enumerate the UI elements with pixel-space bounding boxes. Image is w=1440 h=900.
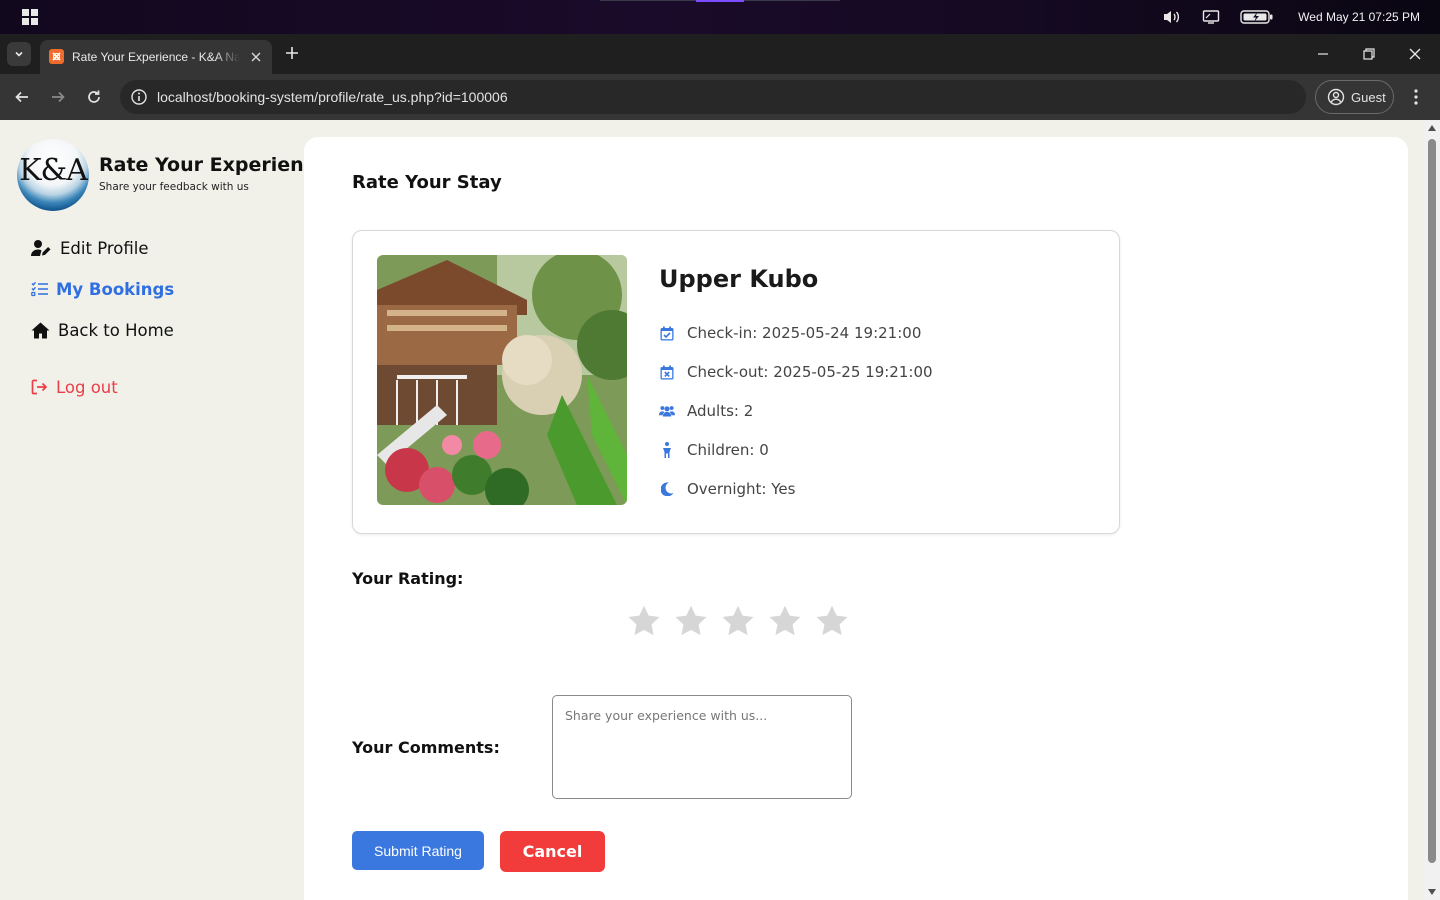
more-menu-icon[interactable] [1406,87,1426,107]
check-in-row: Check-in: 2025-05-24 19:21:00 [659,322,921,344]
sidebar-item-label: Back to Home [58,320,174,340]
os-taskbar: Wed May 21 07:25 PM [0,0,1440,34]
booking-summary-card: Upper Kubo Check-in: 2025-05-24 19:21:00… [352,230,1120,534]
browser-tabstrip: Rate Your Experience - K&A Natural Sprin… [0,34,1440,74]
comments-textarea[interactable] [552,695,852,799]
scroll-up-icon[interactable] [1428,125,1436,131]
sidebar-item-label: My Bookings [56,279,175,299]
sidebar-item-edit-profile[interactable]: Edit Profile [31,236,149,260]
page-viewport: K&A Rate Your Experience Share your feed… [0,120,1424,900]
display-icon[interactable] [1202,9,1220,25]
child-icon [659,442,675,458]
page-title: Rate Your Stay [352,172,502,193]
back-icon[interactable] [10,85,34,109]
tab-title: Rate Your Experience - K&A Natural Sprin… [72,50,240,64]
sidebar-item-my-bookings[interactable]: My Bookings [31,277,174,301]
browser-toolbar: localhost/booking-system/profile/rate_us… [0,74,1440,120]
restore-icon[interactable] [1357,42,1381,66]
submit-rating-button[interactable]: Submit Rating [352,831,484,870]
sidebar-item-back-to-home[interactable]: Back to Home [31,318,174,342]
calendar-check-icon [659,325,675,341]
os-clock[interactable]: Wed May 21 07:25 PM [1298,10,1420,24]
brand-logo-text: K&A [19,153,88,188]
sidebar-title: Rate Your Experience [99,154,328,176]
star-icon[interactable] [767,603,803,639]
check-out-row: Check-out: 2025-05-25 19:21:00 [659,361,933,383]
overnight-row: Overnight: Yes [659,478,795,500]
battery-charging-icon[interactable] [1240,9,1274,25]
url-text[interactable]: localhost/booking-system/profile/rate_us… [157,89,508,105]
room-photo [377,255,627,505]
scroll-down-icon[interactable] [1428,889,1436,895]
list-check-icon [31,281,48,297]
adults-text: Adults: 2 [687,402,754,420]
calendar-x-icon [659,364,675,380]
brand-logo: K&A [17,139,89,211]
children-row: Children: 0 [659,439,769,461]
scrollbar-thumb[interactable] [1428,139,1436,863]
forward-icon[interactable] [46,85,70,109]
moon-icon [659,481,675,497]
star-icon[interactable] [673,603,709,639]
windows-start-icon[interactable] [22,9,38,25]
new-tab-icon[interactable] [283,44,301,62]
reload-icon[interactable] [82,85,106,109]
system-tray: Wed May 21 07:25 PM [1162,0,1420,34]
overnight-text: Overnight: Yes [687,480,796,498]
taskbar-active-indicator [696,0,744,2]
star-rating [626,603,850,639]
tab-search-button[interactable] [7,42,31,66]
logout-icon [31,379,48,395]
children-text: Children: 0 [687,441,769,459]
star-icon[interactable] [814,603,850,639]
tab-close-icon[interactable] [248,49,264,65]
profile-label: Guest [1351,89,1386,105]
site-info-icon[interactable] [130,88,148,106]
check-in-text: Check-in: 2025-05-24 19:21:00 [687,324,922,342]
sidebar-item-label: Edit Profile [60,238,149,258]
sidebar-item-label: Log out [56,377,118,397]
room-name: Upper Kubo [659,265,819,293]
home-icon [31,322,50,338]
users-icon [659,403,675,419]
adults-row: Adults: 2 [659,400,753,422]
comments-label: Your Comments: [352,738,500,757]
rating-label: Your Rating: [352,569,464,588]
chevron-down-icon [15,51,23,57]
browser-tab-active[interactable]: Rate Your Experience - K&A Natural Sprin… [40,40,272,74]
sidebar-subtitle: Share your feedback with us [99,181,249,193]
check-out-text: Check-out: 2025-05-25 19:21:00 [687,363,933,381]
profile-button[interactable]: Guest [1315,80,1394,114]
minimize-icon[interactable] [1311,42,1335,66]
main-content-card: Rate Your Stay Upper Kubo Check-in: 2025… [304,137,1408,900]
sidebar-item-logout[interactable]: Log out [31,375,118,399]
cancel-button[interactable]: Cancel [500,831,605,872]
address-bar[interactable]: localhost/booking-system/profile/rate_us… [120,80,1306,114]
star-icon[interactable] [626,603,662,639]
star-icon[interactable] [720,603,756,639]
favicon-icon [49,49,64,64]
profile-icon [1327,88,1345,106]
close-window-icon[interactable] [1403,42,1427,66]
volume-icon[interactable] [1162,9,1182,25]
user-edit-icon [31,240,51,256]
page-scrollbar[interactable] [1424,120,1440,900]
